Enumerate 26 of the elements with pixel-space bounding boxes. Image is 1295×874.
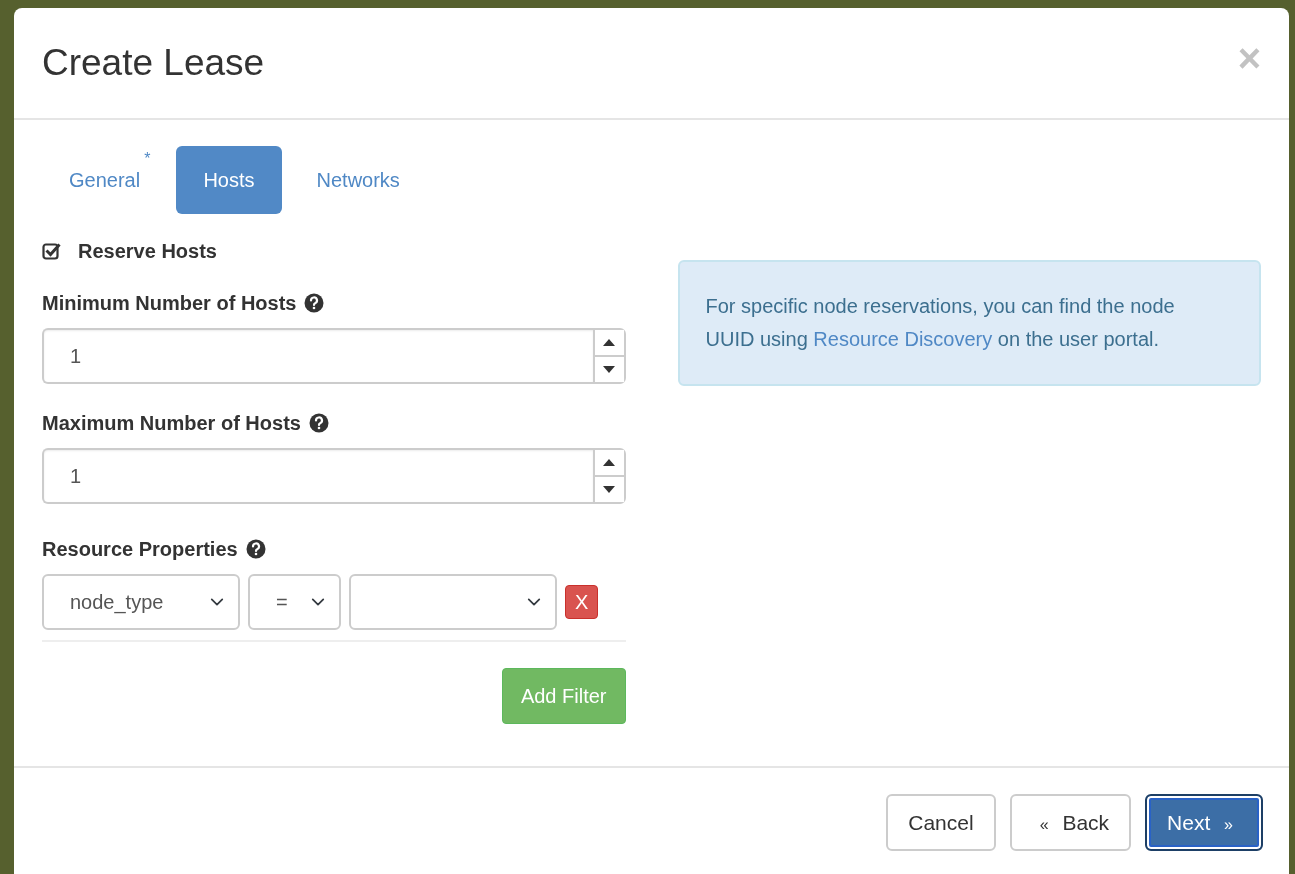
info-text: For specific node reservations, you can find the node UUID using Resource Discovery on the user portal. bbox=[705, 294, 1176, 352]
increment-arrow-icon[interactable] bbox=[603, 339, 615, 346]
increment-arrow-icon[interactable] bbox=[603, 459, 615, 466]
resource-discovery-link[interactable]: Resource Discovery bbox=[813, 328, 993, 350]
number-field[interactable]: 1 bbox=[42, 328, 593, 384]
checkbox-label: Reserve Hosts bbox=[78, 239, 217, 264]
remove-button[interactable]: X bbox=[565, 585, 599, 619]
back-button[interactable]: « Back bbox=[1009, 794, 1132, 851]
tab[interactable]: Hosts bbox=[176, 146, 282, 214]
help-icon bbox=[308, 413, 329, 433]
cancel-button[interactable]: Cancel bbox=[886, 794, 996, 851]
field-label: Resource Properties bbox=[42, 537, 238, 562]
required-mark: * bbox=[144, 151, 151, 167]
attribute-select[interactable]: node_type bbox=[42, 574, 240, 630]
help-icon bbox=[245, 539, 266, 559]
field-label: Maximum Number of Hosts bbox=[42, 411, 301, 436]
dialog-title: Create Lease bbox=[42, 40, 265, 85]
help-icon bbox=[304, 293, 325, 313]
decrement-arrow-icon[interactable] bbox=[603, 366, 615, 373]
decrement-arrow-icon[interactable] bbox=[603, 486, 615, 493]
checkbox[interactable] bbox=[42, 241, 62, 261]
next-button[interactable]: Next » bbox=[1145, 794, 1263, 851]
number-field[interactable]: 1 bbox=[42, 448, 593, 504]
field-label: Minimum Number of Hosts bbox=[42, 291, 297, 316]
tab[interactable]: Networks bbox=[289, 146, 427, 214]
operator-select[interactable]: = bbox=[248, 574, 341, 630]
